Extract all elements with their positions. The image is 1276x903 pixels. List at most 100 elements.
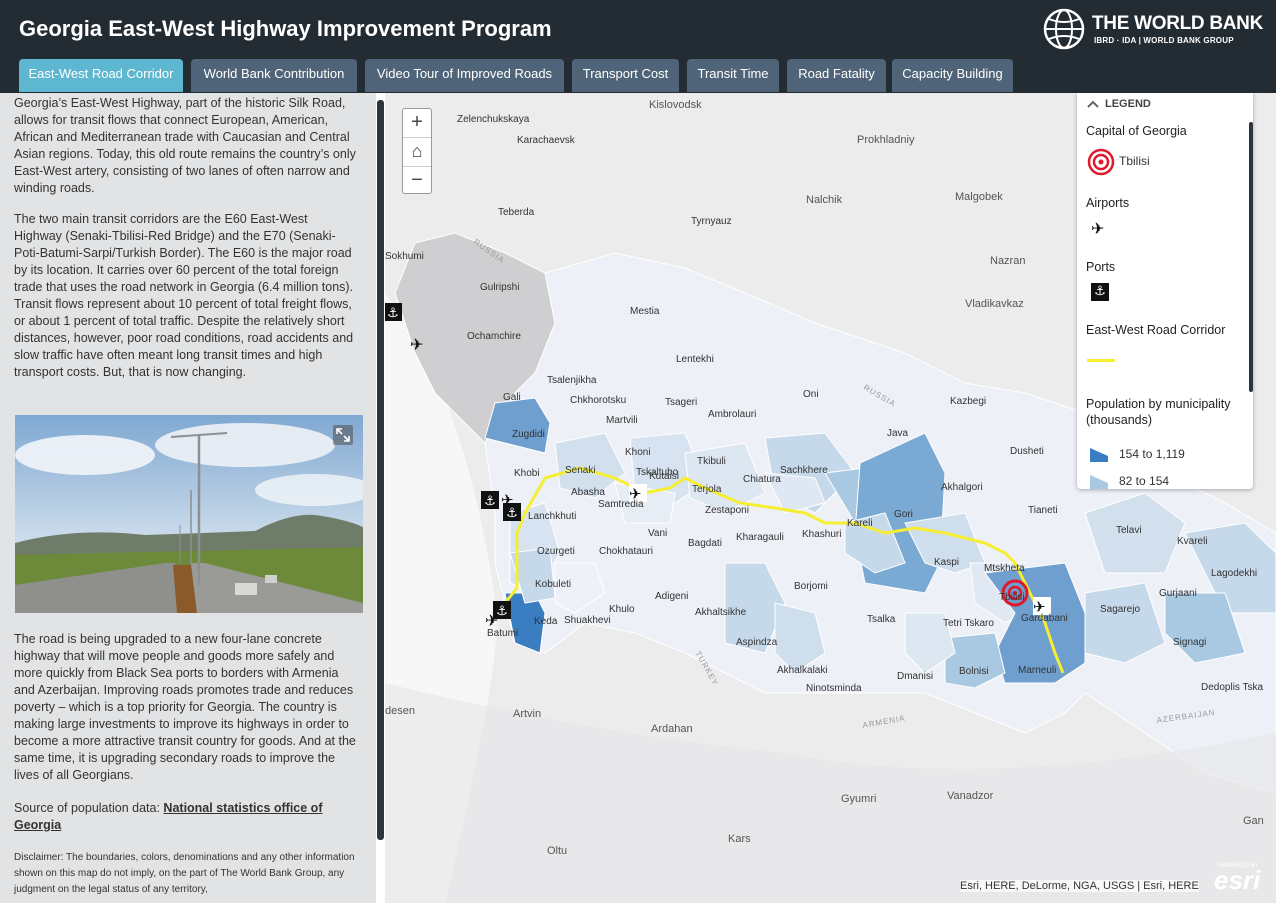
esri-logo[interactable]: esri — [1214, 865, 1260, 896]
map-legend[interactable]: LEGEND Capital of Georgia Tbilisi Airpor… — [1077, 93, 1253, 489]
label-batumi: Batumi — [487, 628, 518, 639]
label-kislovodsk: Kislovodsk — [649, 99, 702, 111]
label-ninotsminda: Ninotsminda — [806, 683, 862, 694]
label-kharagauli: Kharagauli — [736, 532, 784, 543]
label-nazran: Nazran — [990, 255, 1025, 267]
label-kobuleti: Kobuleti — [535, 579, 571, 590]
label-akhaltsikhe: Akhaltsikhe — [695, 607, 747, 618]
label-gyumri: Gyumri — [841, 793, 876, 805]
capital-target-icon — [1087, 148, 1115, 176]
label-kazbegi: Kazbegi — [950, 396, 986, 407]
legend-scrollbar[interactable] — [1249, 122, 1253, 392]
label-tsageri: Tsageri — [665, 397, 697, 408]
label-akhalgori: Akhalgori — [941, 482, 983, 493]
tab-road-fatality[interactable]: Road Fatality — [787, 59, 886, 92]
label-zestaponi: Zestaponi — [705, 505, 749, 516]
label-khobi: Khobi — [514, 468, 540, 479]
label-malgobek: Malgobek — [955, 191, 1003, 203]
label-bolnisi: Bolnisi — [959, 666, 988, 677]
label-tsalenjikha: Tsalenjikha — [547, 375, 597, 386]
zoom-out-button[interactable]: − — [403, 167, 431, 195]
label-nalchik: Nalchik — [806, 194, 843, 206]
label-gan: Gan — [1243, 815, 1264, 827]
label-java: Java — [887, 428, 909, 439]
anchor-icon: ⚓ — [1091, 283, 1109, 301]
label-dusheti: Dusheti — [1010, 446, 1044, 457]
disclaimer: Disclaimer: The boundaries, colors, deno… — [14, 852, 355, 895]
app-header: Georgia East-West Highway Improvement Pr… — [0, 0, 1276, 93]
source-line: Source of population data: National stat… — [14, 800, 358, 834]
corridor-line-swatch — [1087, 359, 1115, 362]
chevron-up-icon[interactable] — [1087, 99, 1099, 109]
label-tbilisi: Tbilisi — [999, 592, 1025, 603]
label-chokhatauri: Chokhatauri — [599, 546, 653, 557]
label-gali: Gali — [503, 392, 521, 403]
upgrade-paragraph: The road is being upgraded to a new four… — [14, 632, 356, 782]
label-kvareli: Kvareli — [1177, 536, 1208, 547]
label-kareli: Kareli — [847, 518, 873, 529]
label-marneuli: Marneuli — [1018, 665, 1056, 676]
svg-text:⚓: ⚓ — [387, 306, 399, 321]
label-bagdati: Bagdati — [688, 538, 722, 549]
tab-world-bank-contribution[interactable]: World Bank Contribution — [191, 59, 357, 92]
highway-photo[interactable] — [15, 415, 363, 613]
label-aspindza: Aspindza — [736, 637, 778, 648]
map-attribution: Esri, HERE, DeLorme, NGA, USGS | Esri, H… — [960, 880, 1199, 892]
tab-capacity-building[interactable]: Capacity Building — [892, 59, 1013, 92]
label-tkibuli: Tkibuli — [697, 456, 726, 467]
label-ardahan: Ardahan — [651, 723, 693, 735]
legend-title: LEGEND — [1105, 98, 1151, 110]
port-icon-poti: ⚓ — [481, 491, 499, 509]
legend-ports-heading: Ports — [1086, 260, 1116, 274]
tab-east-west-road-corridor[interactable]: East-West Road Corridor — [19, 59, 183, 92]
label-tetri-tskaro: Tetri Tskaro — [943, 618, 994, 629]
label-artvin: Artvin — [513, 708, 541, 720]
intro-paragraph: Georgia’s East-West Highway, part of the… — [14, 96, 356, 195]
label-vladikavkaz: Vladikavkaz — [965, 298, 1024, 310]
label-gardabani: Gardabani — [1021, 613, 1068, 624]
label-martvili: Martvili — [606, 415, 638, 426]
label-karachaevsk: Karachaevsk — [517, 135, 576, 146]
label-keda: Keda — [534, 616, 558, 627]
label-khulo: Khulo — [609, 604, 635, 615]
source-prefix: Source of population data: — [14, 801, 164, 815]
map-view[interactable]: ⚓ ✈ ⚓ ⚓ ✈ ✈ ⚓ ✈ ✈ Kislovodsk Zelenchuksk… — [385, 93, 1276, 903]
label-dmanisi: Dmanisi — [897, 671, 933, 682]
label-lanchkhuti: Lanchkhuti — [528, 511, 576, 522]
label-ambrolauri: Ambrolauri — [708, 409, 756, 420]
label-sokhumi: Sokhumi — [385, 251, 424, 262]
page-title: Georgia East-West Highway Improvement Pr… — [19, 16, 552, 41]
label-vani: Vani — [648, 528, 667, 539]
world-bank-logo[interactable]: THE WORLD BANK IBRD · IDA | WORLD BANK G… — [1042, 7, 1268, 51]
label-tyrnyauz: Tyrnyauz — [691, 216, 732, 227]
tab-transport-cost[interactable]: Transport Cost — [572, 59, 679, 92]
tab-transit-time[interactable]: Transit Time — [687, 59, 779, 92]
side-panel[interactable]: Georgia’s East-West Highway, part of the… — [0, 93, 376, 903]
label-ozurgeti: Ozurgeti — [537, 546, 575, 557]
panel-scrollbar[interactable] — [377, 100, 384, 840]
airplane-icon: ✈ — [1091, 219, 1105, 238]
label-telavi: Telavi — [1116, 525, 1142, 536]
label-chiatura: Chiatura — [743, 474, 781, 485]
label-khashuri: Khashuri — [802, 529, 841, 540]
label-lagodekhi: Lagodekhi — [1211, 568, 1257, 579]
label-sagarejo: Sagarejo — [1100, 604, 1140, 615]
label-sachkhere: Sachkhere — [780, 465, 828, 476]
zoom-in-button[interactable]: + — [403, 109, 431, 138]
legend-pop-high-label: 154 to 1,119 — [1119, 447, 1185, 461]
label-gori: Gori — [894, 509, 913, 520]
label-borjomi: Borjomi — [794, 581, 828, 592]
pop-high-swatch — [1090, 448, 1108, 462]
label-adigeni: Adigeni — [655, 591, 688, 602]
expand-icon[interactable] — [333, 425, 353, 445]
label-mestia: Mestia — [630, 306, 660, 317]
label-kaspi: Kaspi — [934, 557, 959, 568]
tab-video-tour[interactable]: Video Tour of Improved Roads — [365, 59, 564, 92]
home-button[interactable]: ⌂ — [403, 138, 431, 167]
svg-text:✈: ✈ — [501, 491, 514, 509]
zoom-controls: + ⌂ − — [402, 108, 432, 194]
legend-capital-label: Tbilisi — [1119, 154, 1150, 168]
label-shuakhevi: Shuakhevi — [564, 615, 611, 626]
corridors-paragraph: The two main transit corridors are the E… — [14, 212, 354, 379]
label-oltu: Oltu — [547, 845, 567, 857]
